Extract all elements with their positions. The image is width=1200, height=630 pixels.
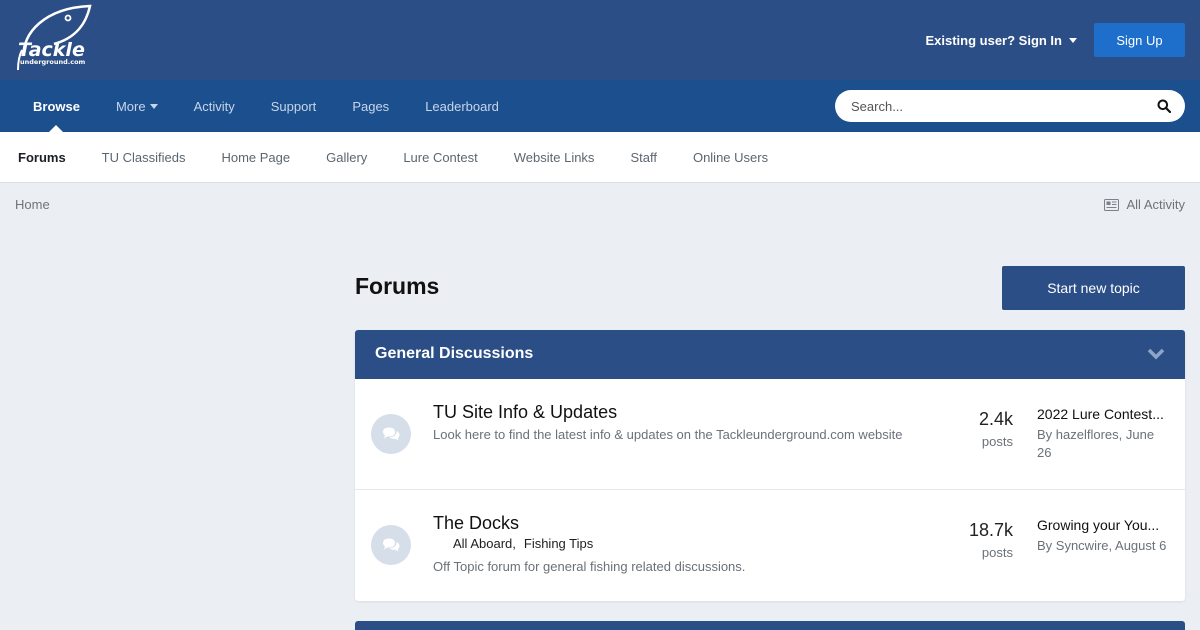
- nav-label: Pages: [352, 98, 390, 114]
- last-post-title[interactable]: 2022 Lure Contest...: [1037, 406, 1177, 422]
- category-title[interactable]: General Discussions: [375, 345, 533, 363]
- next-category-header: [355, 621, 1185, 630]
- post-count: 2.4k: [978, 409, 1013, 429]
- subnav-forums[interactable]: Forums: [0, 132, 84, 182]
- primary-nav: Browse More Activity Support Pages Leade…: [0, 80, 1200, 132]
- forum-title[interactable]: The Docks: [433, 513, 519, 534]
- last-post-author: By hazelflores, June 26: [1037, 427, 1155, 460]
- user-links: Existing user? Sign In Sign Up: [925, 23, 1200, 57]
- post-label: posts: [981, 545, 1013, 560]
- post-label: posts: [981, 434, 1013, 449]
- newspaper-icon: [1104, 198, 1120, 211]
- secondary-nav: Forums TU Classifieds Home Page Gallery …: [0, 132, 1200, 183]
- forum-description: Look here to find the latest info & upda…: [433, 427, 903, 442]
- site-header: Tackle underground.com Existing user? Si…: [0, 0, 1200, 80]
- nav-activity[interactable]: Activity: [176, 80, 253, 132]
- forum-row: TU Site Info & Updates Look here to find…: [355, 379, 1185, 490]
- subforum-list: All Aboard, Fishing Tips: [453, 536, 601, 551]
- nav-support[interactable]: Support: [253, 80, 335, 132]
- all-activity-link[interactable]: All Activity: [1104, 197, 1185, 212]
- tackle-underground-logo-icon: Tackle underground.com: [17, 4, 92, 71]
- signin-link[interactable]: Existing user? Sign In: [925, 33, 1077, 48]
- subnav-gallery[interactable]: Gallery: [308, 132, 385, 182]
- signin-label: Existing user? Sign In: [925, 32, 1062, 48]
- nav-label: Support: [270, 98, 317, 114]
- subnav-tu-classifieds[interactable]: TU Classifieds: [84, 132, 204, 182]
- breadcrumb-home[interactable]: Home: [15, 197, 50, 212]
- chevron-down-icon[interactable]: [1147, 348, 1165, 360]
- post-count: 18.7k: [968, 520, 1013, 540]
- subforum-link[interactable]: All Aboard,: [453, 536, 516, 551]
- all-activity-label: All Activity: [1126, 197, 1185, 212]
- forum-description: Off Topic forum for general fishing rela…: [433, 559, 746, 574]
- nav-label: Leaderboard: [425, 98, 499, 114]
- search-box: [835, 90, 1185, 122]
- subnav-online-users[interactable]: Online Users: [675, 132, 786, 182]
- nav-pages[interactable]: Pages: [334, 80, 407, 132]
- last-post-title[interactable]: Growing your You...: [1037, 517, 1177, 533]
- start-new-topic-button[interactable]: Start new topic: [1002, 266, 1185, 310]
- subnav-home-page[interactable]: Home Page: [203, 132, 308, 182]
- page-title: Forums: [355, 273, 440, 299]
- nav-more[interactable]: More: [98, 80, 176, 132]
- logo-subtext: underground.com: [20, 58, 86, 66]
- caret-down-icon: [149, 103, 158, 109]
- forum-status-icon: [371, 525, 411, 565]
- subforum-link[interactable]: Fishing Tips: [524, 536, 593, 551]
- comments-icon: [383, 427, 400, 441]
- forum-title[interactable]: TU Site Info & Updates: [433, 402, 617, 423]
- forum-category: General Discussions TU Site Info & Updat…: [355, 330, 1185, 601]
- nav-leaderboard[interactable]: Leaderboard: [407, 80, 517, 132]
- search-input[interactable]: [835, 91, 1135, 121]
- comments-icon: [383, 538, 400, 552]
- signup-button[interactable]: Sign Up: [1094, 23, 1185, 57]
- forum-row: The Docks All Aboard, Fishing Tips Off T…: [355, 490, 1185, 601]
- subnav-lure-contest[interactable]: Lure Contest: [385, 132, 495, 182]
- caret-down-icon: [1069, 37, 1077, 43]
- site-logo[interactable]: Tackle underground.com: [14, 4, 96, 74]
- nav-label: Activity: [193, 98, 235, 114]
- nav-label: Browse: [33, 98, 80, 114]
- search-icon[interactable]: [1157, 99, 1171, 113]
- subnav-website-links[interactable]: Website Links: [496, 132, 613, 182]
- subnav-staff[interactable]: Staff: [612, 132, 675, 182]
- nav-label: More: [115, 98, 146, 114]
- last-post-author: By Syncwire, August 6: [1037, 538, 1167, 553]
- category-header: General Discussions: [355, 330, 1185, 379]
- nav-browse[interactable]: Browse: [15, 80, 98, 132]
- forum-status-icon: [371, 414, 411, 454]
